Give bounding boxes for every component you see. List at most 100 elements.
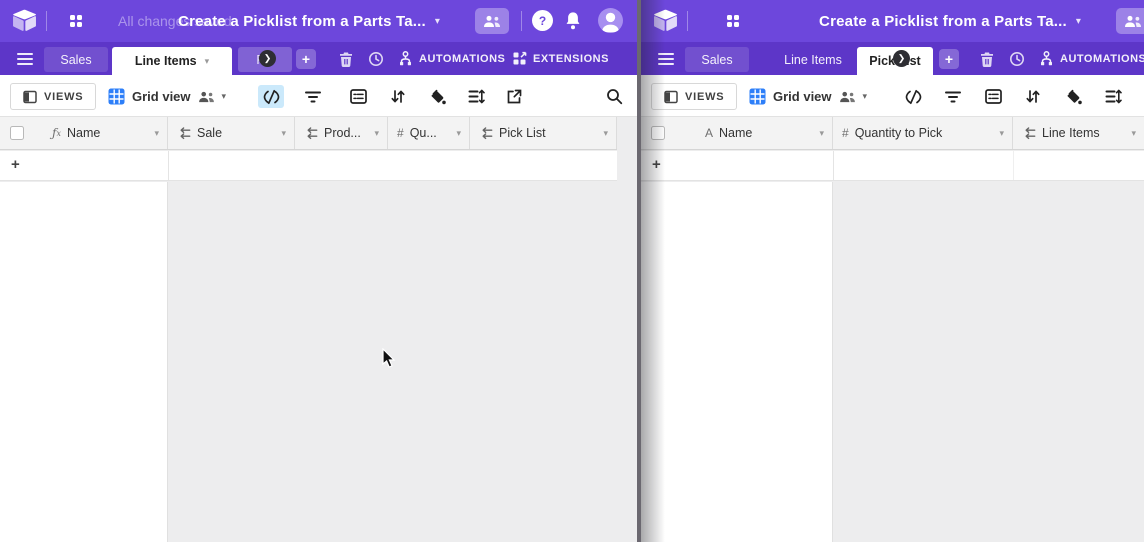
chevron-down-icon: ▾ (205, 56, 210, 67)
sort-button[interactable] (385, 85, 411, 108)
tab-sales[interactable]: Sales (44, 47, 108, 72)
sort-icon (1025, 89, 1041, 104)
color-button[interactable] (424, 85, 450, 108)
group-icon (350, 89, 367, 104)
notifications-bell-icon[interactable] (564, 11, 582, 31)
select-all-checkbox[interactable] (651, 126, 665, 140)
hide-fields-button[interactable] (258, 85, 284, 108)
app-launcher-icon[interactable] (727, 15, 739, 27)
view-name: Grid view (773, 89, 832, 104)
filter-button[interactable] (300, 85, 326, 108)
views-button[interactable]: VIEWS (651, 83, 737, 110)
tab-line-items[interactable]: Line Items ▾ (112, 47, 232, 75)
color-button[interactable] (1060, 85, 1086, 108)
add-row[interactable]: + (0, 150, 617, 181)
menu-icon[interactable] (17, 53, 33, 65)
linked-record-icon (177, 127, 191, 140)
chevron-down-icon: ▾ (1131, 128, 1136, 139)
view-toolbar: VIEWS Grid view ▾ (0, 75, 637, 117)
column-header-name[interactable]: A Name ▾ (641, 117, 833, 149)
trash-icon[interactable] (979, 51, 995, 67)
help-button[interactable]: ? (532, 10, 553, 31)
hide-fields-button[interactable] (900, 85, 926, 108)
history-icon[interactable] (368, 51, 384, 67)
top-bar: All changes saved Create a Picklist from… (0, 0, 637, 42)
view-toolbar: VIEWS Grid view ▾ (641, 75, 1144, 117)
base-title: Create a Picklist from a Parts Ta... (178, 13, 426, 30)
history-icon[interactable] (1009, 51, 1025, 67)
chevron-down-icon: ▾ (863, 91, 868, 102)
chevron-down-icon: ▾ (222, 91, 227, 102)
primary-column-background (0, 182, 168, 542)
plus-icon: + (945, 51, 953, 67)
extensions-icon (512, 51, 527, 66)
select-all-checkbox[interactable] (10, 126, 24, 140)
column-header-quantity-to-pick[interactable]: # Quantity to Pick ▾ (833, 117, 1013, 149)
people-icon (483, 15, 501, 28)
collaborators-icon (198, 91, 215, 103)
views-button[interactable]: VIEWS (10, 83, 96, 110)
column-header-row: A Name ▾ # Quantity to Pick ▾ Line Items… (641, 117, 1144, 150)
view-switcher[interactable]: Grid view ▾ (108, 83, 226, 110)
group-button[interactable] (980, 85, 1006, 108)
group-icon (985, 89, 1002, 104)
row-height-icon (468, 89, 485, 104)
filter-icon (945, 90, 961, 104)
column-header-sale[interactable]: Sale ▾ (168, 117, 295, 149)
paint-bucket-icon (429, 89, 446, 105)
side-panel-icon (664, 90, 678, 104)
column-header-line-items[interactable]: Line Items ▾ (1013, 117, 1144, 149)
group-button[interactable] (345, 85, 371, 108)
tab-sales[interactable]: Sales (685, 47, 749, 72)
tab-line-items[interactable]: Line Items (775, 47, 851, 72)
base-title: Create a Picklist from a Parts Ta... (819, 13, 1067, 30)
gif-next-arrow-overlay: ❯ (893, 50, 910, 67)
table-tab-bar: Sales Line Items ▾ P... + (0, 42, 637, 75)
sort-button[interactable] (1020, 85, 1046, 108)
sort-icon (390, 89, 406, 104)
question-mark-icon: ? (539, 14, 546, 28)
app-launcher-icon[interactable] (70, 15, 82, 27)
panel-right-frame: Create a Picklist from a Parts Ta... ▾ S… (641, 0, 1144, 542)
add-table-button[interactable]: + (939, 49, 959, 69)
share-view-button[interactable] (501, 85, 527, 108)
base-title-group[interactable]: Create a Picklist from a Parts Ta... ▾ (819, 0, 1081, 42)
trash-icon[interactable] (338, 51, 354, 67)
airtable-logo-icon (12, 9, 37, 32)
view-name: Grid view (132, 89, 191, 104)
extensions-button[interactable]: EXTENSIONS (512, 42, 609, 75)
column-divider (1013, 151, 1014, 180)
column-header-product[interactable]: Prod... ▾ (295, 117, 388, 149)
row-height-icon (1105, 89, 1122, 104)
column-header-row: ƒx Name ▾ Sale ▾ Prod... ▾ # Qu... (0, 117, 617, 150)
menu-icon[interactable] (658, 53, 674, 65)
gif-next-arrow-overlay: ❯ (259, 50, 276, 67)
chevron-down-icon: ▾ (999, 128, 1004, 139)
share-collaborators-button[interactable] (475, 8, 509, 34)
view-switcher[interactable]: Grid view ▾ (749, 83, 867, 110)
collaborators-icon (839, 91, 856, 103)
number-icon: # (842, 126, 849, 140)
column-header-name[interactable]: ƒx Name ▾ (0, 117, 168, 149)
mouse-cursor (382, 348, 397, 369)
row-height-button[interactable] (1100, 85, 1126, 108)
chevron-down-icon: ▾ (456, 128, 461, 139)
chevron-down-icon: ▾ (374, 128, 379, 139)
user-avatar[interactable] (598, 8, 623, 33)
column-header-quantity[interactable]: # Qu... ▾ (388, 117, 470, 149)
share-collaborators-button[interactable] (1116, 8, 1144, 34)
add-row[interactable]: + (641, 150, 1144, 181)
divider (46, 11, 47, 31)
automations-button[interactable]: AUTOMATIONS (398, 42, 505, 75)
automations-button[interactable]: AUTOMATIONS (1039, 42, 1144, 75)
grid-view-icon (749, 88, 766, 105)
add-table-button[interactable]: + (296, 49, 316, 69)
column-divider (168, 151, 169, 180)
people-icon (1124, 15, 1142, 28)
column-header-pick-list[interactable]: Pick List ▾ (470, 117, 617, 149)
search-button[interactable] (601, 85, 627, 108)
row-height-button[interactable] (463, 85, 489, 108)
divider (687, 11, 688, 31)
filter-button[interactable] (940, 85, 966, 108)
base-title-group[interactable]: Create a Picklist from a Parts Ta... ▾ (178, 0, 440, 42)
